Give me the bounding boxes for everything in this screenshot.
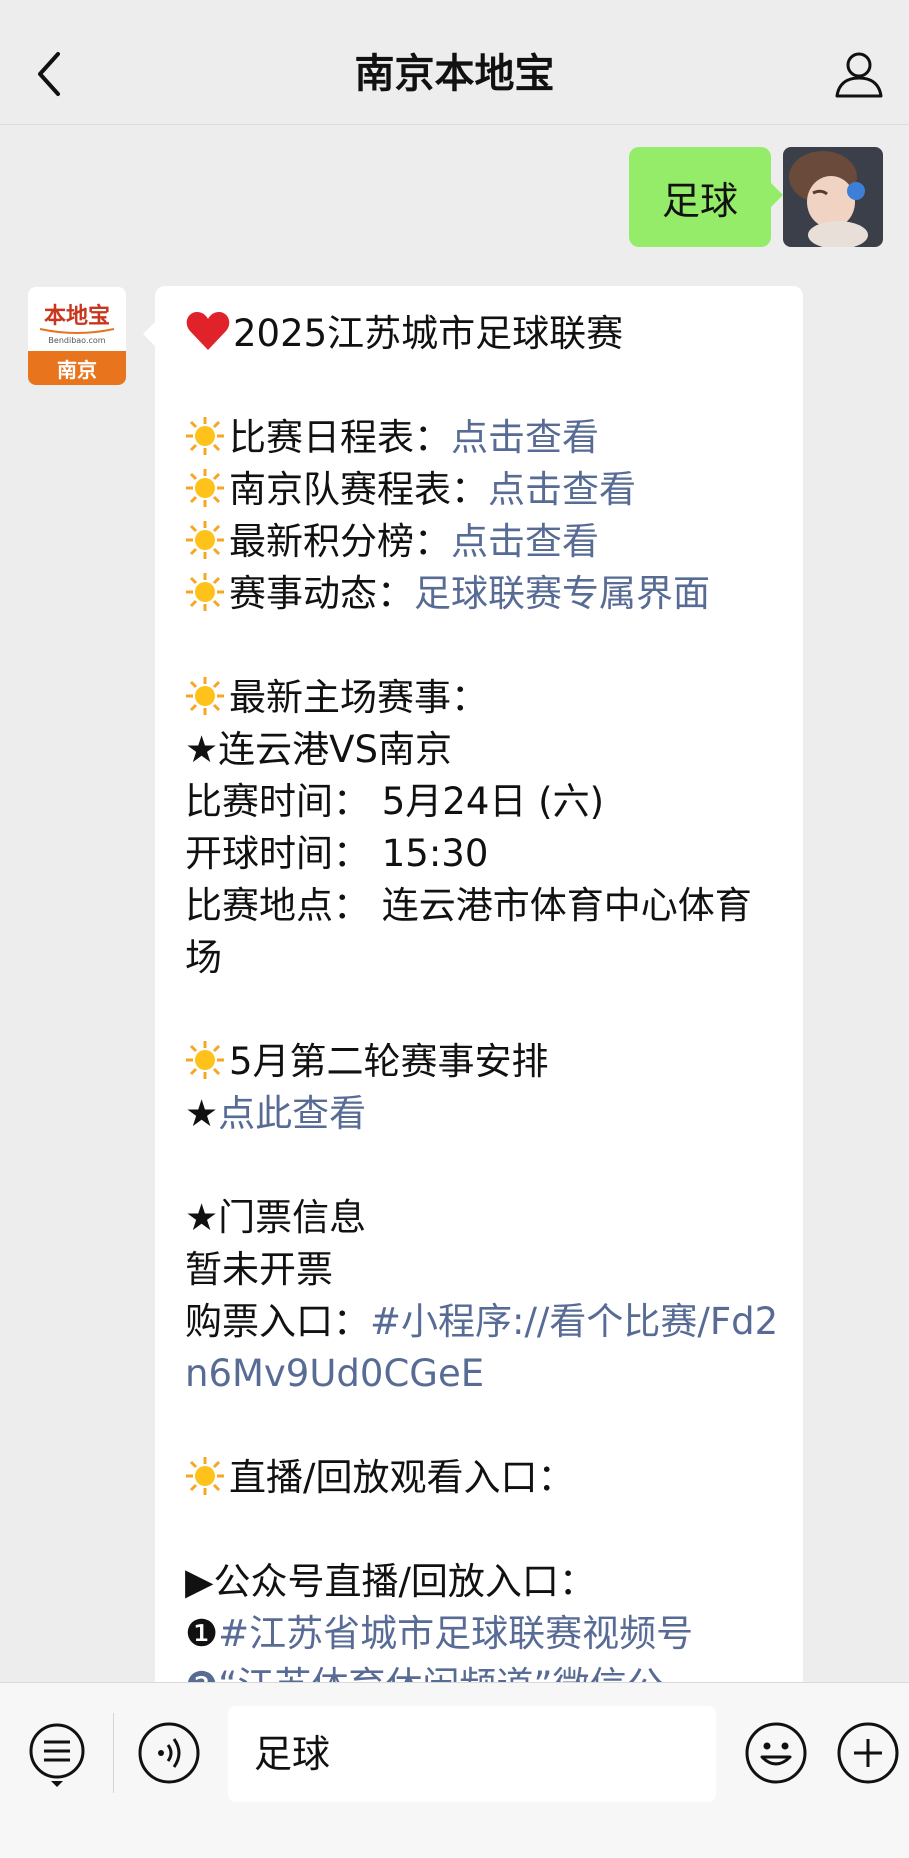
ticket-entry-label: 购票入口： — [185, 1300, 370, 1343]
message-input[interactable]: 足球 — [228, 1706, 716, 1802]
home-match-heading-line: 最新主场赛事： — [185, 672, 785, 724]
official-account-avatar[interactable]: 本地宝 Bendibao.com 南京 — [28, 287, 126, 385]
svg-text:本地宝: 本地宝 — [44, 303, 110, 329]
star-bullet: ★ — [185, 1092, 219, 1135]
outgoing-message-text: 足球 — [661, 178, 738, 223]
outgoing-message[interactable]: 足球 — [629, 147, 783, 247]
menu-button[interactable] — [26, 1721, 88, 1789]
chat-area[interactable]: 足球 本地宝 Bendibao.com 南京 2025江苏城市足球联赛 比赛日程… — [0, 125, 909, 1682]
match-time: 比赛时间： 5月24日 (六) — [185, 780, 605, 823]
voice-button[interactable] — [137, 1721, 201, 1785]
schedule-line: 比赛日程表：点击查看 — [185, 412, 785, 464]
heart-icon — [185, 310, 233, 366]
round-link-line: ★点此查看 — [185, 1088, 785, 1140]
number-bullet-1: ❶ — [185, 1612, 219, 1655]
round-link[interactable]: 点此查看 — [218, 1092, 366, 1135]
live-heading: 直播/回放观看入口： — [229, 1456, 575, 1499]
voice-icon — [138, 1722, 200, 1784]
more-button[interactable] — [836, 1721, 900, 1785]
sun-icon — [185, 520, 229, 574]
sun-icon — [185, 572, 229, 626]
bendibao-logo: 本地宝 Bendibao.com 南京 — [28, 287, 126, 385]
live-item-1: ❶#江苏省城市足球联赛视频号 — [185, 1608, 785, 1660]
live-sub-heading: ▶公众号直播/回放入口： — [185, 1560, 596, 1603]
emoji-button[interactable] — [744, 1721, 808, 1785]
standings-label: 最新积分榜： — [229, 520, 451, 563]
sun-icon — [185, 416, 229, 470]
plus-icon — [837, 1722, 899, 1784]
schedule-label: 比赛日程表： — [229, 416, 451, 459]
user-photo-icon — [783, 147, 883, 247]
message-body: 2025江苏城市足球联赛 比赛日程表：点击查看 南京队赛程表：点击查看 最新积分… — [185, 308, 785, 1682]
nanjing-schedule-label: 南京队赛程表： — [229, 468, 488, 511]
ticket-entry-line: 购票入口：#小程序://看个比赛/Fd2n6Mv9Ud0CGeE — [185, 1296, 785, 1400]
svg-text:南京: 南京 — [57, 358, 97, 382]
live-item-2: ❷“江苏体育休闲频道”微信公 — [185, 1660, 785, 1682]
news-link[interactable]: 足球联赛专属界面 — [414, 572, 710, 615]
match-venue: 比赛地点： 连云港市体育中心体育场 — [185, 884, 752, 979]
news-line: 赛事动态：足球联赛专属界面 — [185, 568, 785, 620]
user-icon — [835, 52, 883, 98]
standings-link[interactable]: 点击查看 — [451, 520, 599, 563]
smiley-icon — [745, 1722, 807, 1784]
nanjing-schedule-line: 南京队赛程表：点击查看 — [185, 464, 785, 516]
divider — [113, 1713, 114, 1793]
news-label: 赛事动态： — [229, 572, 414, 615]
home-match-heading: 最新主场赛事： — [229, 676, 488, 719]
svg-text:Bendibao.com: Bendibao.com — [48, 336, 105, 345]
sun-icon — [185, 1040, 229, 1094]
message-title: 2025江苏城市足球联赛 — [233, 312, 624, 355]
incoming-message[interactable]: 2025江苏城市足球联赛 比赛日程表：点击查看 南京队赛程表：点击查看 最新积分… — [143, 286, 803, 1682]
ticket-heading: ★门票信息 — [185, 1196, 367, 1239]
page-title: 南京本地宝 — [354, 51, 555, 97]
sun-icon — [185, 676, 229, 730]
live-item-1-link[interactable]: #江苏省城市足球联赛视频号 — [218, 1612, 693, 1655]
menu-list-icon — [29, 1723, 85, 1787]
standings-line: 最新积分榜：点击查看 — [185, 516, 785, 568]
avatar[interactable] — [783, 147, 883, 247]
schedule-link[interactable]: 点击查看 — [451, 416, 599, 459]
nav-bar: 南京本地宝 — [0, 0, 909, 125]
ticket-status: 暂未开票 — [185, 1248, 333, 1291]
sun-icon — [185, 1456, 229, 1510]
sun-icon — [185, 468, 229, 522]
nanjing-schedule-link[interactable]: 点击查看 — [488, 468, 636, 511]
round-heading: 5月第二轮赛事安排 — [229, 1040, 549, 1083]
live-heading-line: 直播/回放观看入口： — [185, 1452, 785, 1504]
profile-button[interactable] — [831, 46, 887, 102]
match-teams: ★连云港VS南京 — [185, 728, 452, 771]
message-title-line: 2025江苏城市足球联赛 — [185, 308, 785, 360]
input-bar: 足球 — [0, 1682, 909, 1858]
kickoff-time: 开球时间： 15:30 — [185, 832, 489, 875]
round-heading-line: 5月第二轮赛事安排 — [185, 1036, 785, 1088]
